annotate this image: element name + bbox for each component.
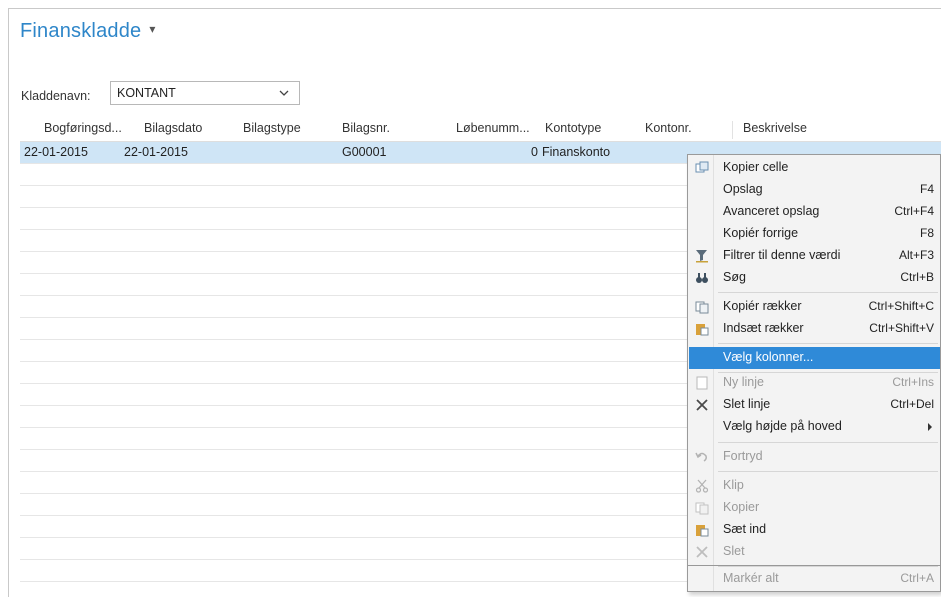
column-header-document-date[interactable]: Bilagsdato xyxy=(144,121,224,135)
cell-document-no[interactable]: G00001 xyxy=(342,145,386,159)
cut-icon xyxy=(695,479,709,493)
cell-posting-date[interactable]: 22-01-2015 xyxy=(24,145,88,159)
cell-entry-no[interactable]: 0 xyxy=(528,145,538,159)
column-header-account-no[interactable]: Kontonr. xyxy=(645,121,725,135)
cell-account-type[interactable]: Finanskonto xyxy=(542,145,610,159)
menu-item-advanced-lookup[interactable]: Avanceret opslag Ctrl+F4 xyxy=(689,201,940,223)
column-header-description[interactable]: Beskrivelse xyxy=(743,121,843,135)
menu-item-lookup[interactable]: Opslag F4 xyxy=(689,179,940,201)
menu-item-copy-previous[interactable]: Kopiér forrige F8 xyxy=(689,223,940,245)
column-header-document-type[interactable]: Bilagstype xyxy=(243,121,323,135)
menu-item-choose-columns[interactable]: Vælg kolonner... xyxy=(689,347,940,369)
column-header-account-type[interactable]: Kontotype xyxy=(545,121,635,135)
menu-item-search[interactable]: Søg Ctrl+B xyxy=(689,267,940,289)
menu-separator xyxy=(718,471,938,472)
copy-icon xyxy=(695,502,709,515)
cell-document-date[interactable]: 22-01-2015 xyxy=(124,145,188,159)
page-title[interactable]: Finanskladde ▾ xyxy=(20,20,156,43)
context-menu: Kopier celle Opslag F4 Avanceret opslag … xyxy=(687,154,941,566)
undo-icon xyxy=(695,452,707,462)
menu-item-paste[interactable]: Sæt ind xyxy=(689,519,940,541)
copy-cell-icon xyxy=(695,161,709,173)
menu-item-paste-rows[interactable]: Indsæt rækker Ctrl+Shift+V xyxy=(689,318,940,340)
binoculars-icon xyxy=(696,273,708,283)
menu-separator xyxy=(718,292,938,293)
menu-item-cut[interactable]: Klip xyxy=(689,475,940,497)
menu-separator xyxy=(718,343,938,344)
menu-item-delete[interactable]: Slet xyxy=(689,541,940,563)
menu-item-copy[interactable]: Kopier xyxy=(689,497,940,519)
menu-item-delete-line[interactable]: Slet linje Ctrl+Del xyxy=(689,394,940,416)
menu-separator xyxy=(718,442,938,443)
column-divider xyxy=(732,121,733,139)
delete-icon xyxy=(696,546,708,558)
batch-name-select[interactable]: KONTANT xyxy=(110,81,300,105)
column-header-entry-no[interactable]: Løbenumm... xyxy=(456,121,546,135)
grid-header: Bogføringsd... Bilagsdato Bilagstype Bil… xyxy=(20,117,941,142)
menu-item-undo[interactable]: Fortryd xyxy=(689,446,940,468)
menu-item-copy-rows[interactable]: Kopiér rækker Ctrl+Shift+C xyxy=(689,296,940,318)
menu-item-select-all[interactable]: Markér alt Ctrl+A xyxy=(689,568,940,590)
copy-rows-icon xyxy=(695,301,709,314)
delete-line-icon xyxy=(696,399,708,411)
column-header-document-no[interactable]: Bilagsnr. xyxy=(342,121,422,135)
paste-rows-icon xyxy=(696,324,709,336)
column-header-posting-date[interactable]: Bogføringsd... xyxy=(44,121,134,135)
chevron-down-icon[interactable]: ▾ xyxy=(149,22,155,36)
menu-item-copy-cell[interactable]: Kopier celle xyxy=(689,157,940,179)
menu-item-filter-value[interactable]: Filtrer til denne værdi Alt+F3 xyxy=(689,245,940,267)
batch-name-label: Kladdenavn: xyxy=(21,89,91,103)
filter-icon xyxy=(696,250,708,263)
menu-item-header-height[interactable]: Vælg højde på hoved xyxy=(689,416,940,438)
menu-separator xyxy=(718,566,938,567)
paste-icon xyxy=(696,525,709,537)
chevron-down-icon[interactable] xyxy=(279,88,289,98)
page-title-text: Finanskladde xyxy=(20,20,142,42)
batch-name-value: KONTANT xyxy=(117,86,176,100)
submenu-arrow-icon xyxy=(928,423,932,431)
new-line-icon xyxy=(696,376,708,390)
menu-item-new-line[interactable]: Ny linje Ctrl+Ins xyxy=(689,372,940,394)
context-menu-footer: Markér alt Ctrl+A xyxy=(687,566,941,592)
